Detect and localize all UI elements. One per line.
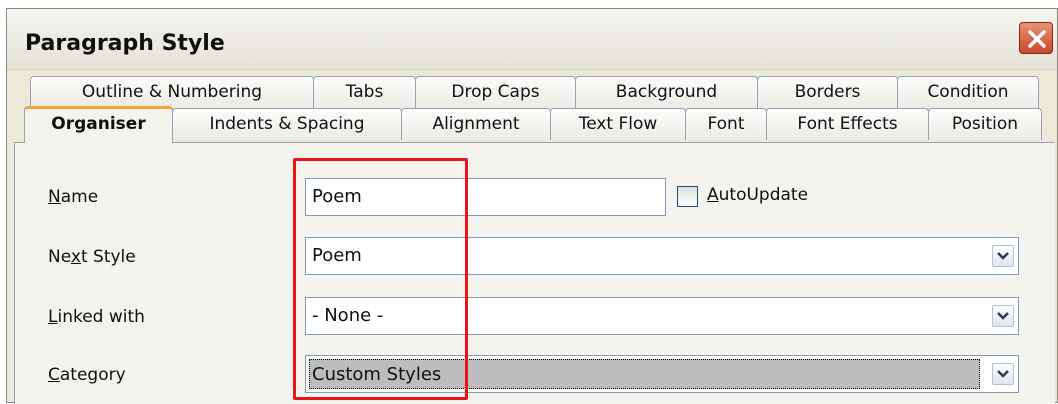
category-dropdown-button[interactable] — [992, 363, 1014, 385]
close-icon — [1028, 30, 1046, 48]
next-style-label: Next Style — [48, 247, 136, 267]
tab-drop-caps[interactable]: Drop Caps — [415, 76, 576, 108]
tab-text-flow[interactable]: Text Flow — [550, 108, 686, 140]
chevron-down-icon — [997, 370, 1009, 378]
linked-with-label: Linked with — [48, 307, 145, 327]
tab-organiser[interactable]: Organiser — [24, 106, 173, 143]
title-bar: Paragraph Style — [7, 9, 1057, 70]
tab-alignment[interactable]: Alignment — [401, 108, 551, 140]
linked-with-dropdown-button[interactable] — [992, 305, 1014, 327]
tab-outline-numbering[interactable]: Outline & Numbering — [30, 76, 314, 108]
tab-background[interactable]: Background — [575, 76, 758, 108]
autoupdate-checkbox[interactable] — [677, 186, 698, 207]
next-style-dropdown-button[interactable] — [992, 245, 1014, 267]
autoupdate-label: AutoUpdate — [707, 185, 809, 205]
tab-font-effects[interactable]: Font Effects — [766, 108, 929, 140]
tab-position[interactable]: Position — [928, 108, 1042, 140]
chevron-down-icon — [997, 312, 1009, 320]
tab-borders[interactable]: Borders — [757, 76, 898, 108]
tab-font[interactable]: Font — [685, 108, 767, 140]
tab-indents-spacing[interactable]: Indents & Spacing — [172, 108, 402, 140]
tab-tabs[interactable]: Tabs — [313, 76, 416, 108]
highlight-box — [293, 158, 468, 400]
close-button[interactable] — [1019, 22, 1053, 54]
tab-condition[interactable]: Condition — [897, 76, 1039, 108]
chevron-down-icon — [997, 252, 1009, 260]
category-label: Category — [48, 365, 126, 385]
name-label: Name — [48, 187, 99, 207]
window-title: Paragraph Style — [25, 31, 225, 56]
